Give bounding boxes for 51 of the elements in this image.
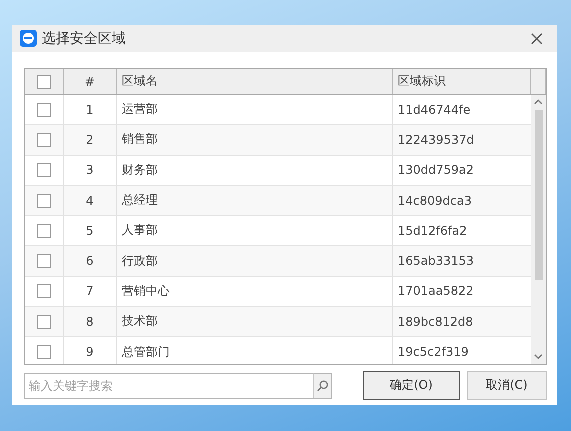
row-checkbox[interactable] bbox=[37, 132, 51, 147]
window-title: 选择安全区域 bbox=[42, 30, 127, 48]
table-cell: 技术部 bbox=[117, 307, 393, 336]
table-cell: 3 bbox=[64, 156, 117, 185]
scrollbar[interactable] bbox=[531, 95, 546, 364]
select-all-checkbox[interactable] bbox=[37, 74, 51, 88]
close-icon[interactable] bbox=[531, 32, 543, 44]
table-cell-text: 1701aa5822 bbox=[397, 283, 475, 300]
table-cell: 4 bbox=[64, 186, 117, 216]
table-cell-text: 122439537d bbox=[397, 132, 476, 149]
table-cell-text: 15d12f6fa2 bbox=[397, 222, 468, 240]
table-cell-text: 11d46744fe bbox=[397, 102, 472, 119]
row-checkbox[interactable] bbox=[37, 194, 51, 208]
table-cell-text: 189bc812d8 bbox=[397, 314, 474, 331]
row-checkbox[interactable] bbox=[37, 345, 51, 360]
cancel-button[interactable]: 取消(C) bbox=[467, 371, 547, 400]
table-cell-text: 130dd759a2 bbox=[397, 162, 476, 180]
row-checkbox[interactable] bbox=[37, 102, 51, 117]
table-cell: 财务部 bbox=[117, 156, 393, 185]
table-cell: 7 bbox=[64, 276, 117, 306]
table-cell-text: 14c809dca3 bbox=[397, 192, 473, 210]
row-checkbox[interactable] bbox=[37, 224, 51, 238]
table-cell: 总管部门 bbox=[117, 337, 393, 364]
row-checkbox[interactable] bbox=[37, 163, 51, 178]
table-cell: 销售部 bbox=[117, 125, 393, 155]
table-cell-text: 165ab33153 bbox=[397, 253, 476, 270]
table-cell: 2 bbox=[64, 125, 117, 155]
scroll-up-icon[interactable] bbox=[534, 99, 543, 105]
table-cell: 9 bbox=[64, 337, 117, 364]
column-header[interactable]: # bbox=[64, 69, 117, 94]
ok-button[interactable]: 确定(O) bbox=[363, 371, 460, 400]
row-checkbox[interactable] bbox=[37, 284, 51, 298]
row-checkbox[interactable] bbox=[37, 314, 51, 329]
column-header[interactable]: 区域名 bbox=[117, 69, 393, 94]
table-cell: 行政部 bbox=[117, 246, 393, 276]
table-cell: 营销中心 bbox=[117, 276, 393, 306]
table-cell: 人事部 bbox=[117, 216, 393, 246]
table-cell: 1 bbox=[64, 95, 117, 124]
row-checkbox[interactable] bbox=[37, 254, 51, 268]
search-icon bbox=[316, 380, 328, 392]
search-field[interactable]: 输入关键字搜索 bbox=[24, 372, 313, 398]
app-logo-icon bbox=[20, 30, 37, 47]
table-cell: 5 bbox=[64, 216, 117, 246]
scroll-down-icon[interactable] bbox=[534, 354, 543, 360]
table-cell: 总经理 bbox=[117, 186, 393, 216]
table-cell: 8 bbox=[64, 307, 117, 336]
table-cell: 6 bbox=[64, 246, 117, 276]
column-header[interactable]: 区域标识 bbox=[393, 69, 531, 94]
table-cell: 运营部 bbox=[117, 95, 393, 124]
search-button[interactable] bbox=[313, 372, 332, 398]
table-cell-text: 19c5c2f319 bbox=[397, 344, 470, 362]
